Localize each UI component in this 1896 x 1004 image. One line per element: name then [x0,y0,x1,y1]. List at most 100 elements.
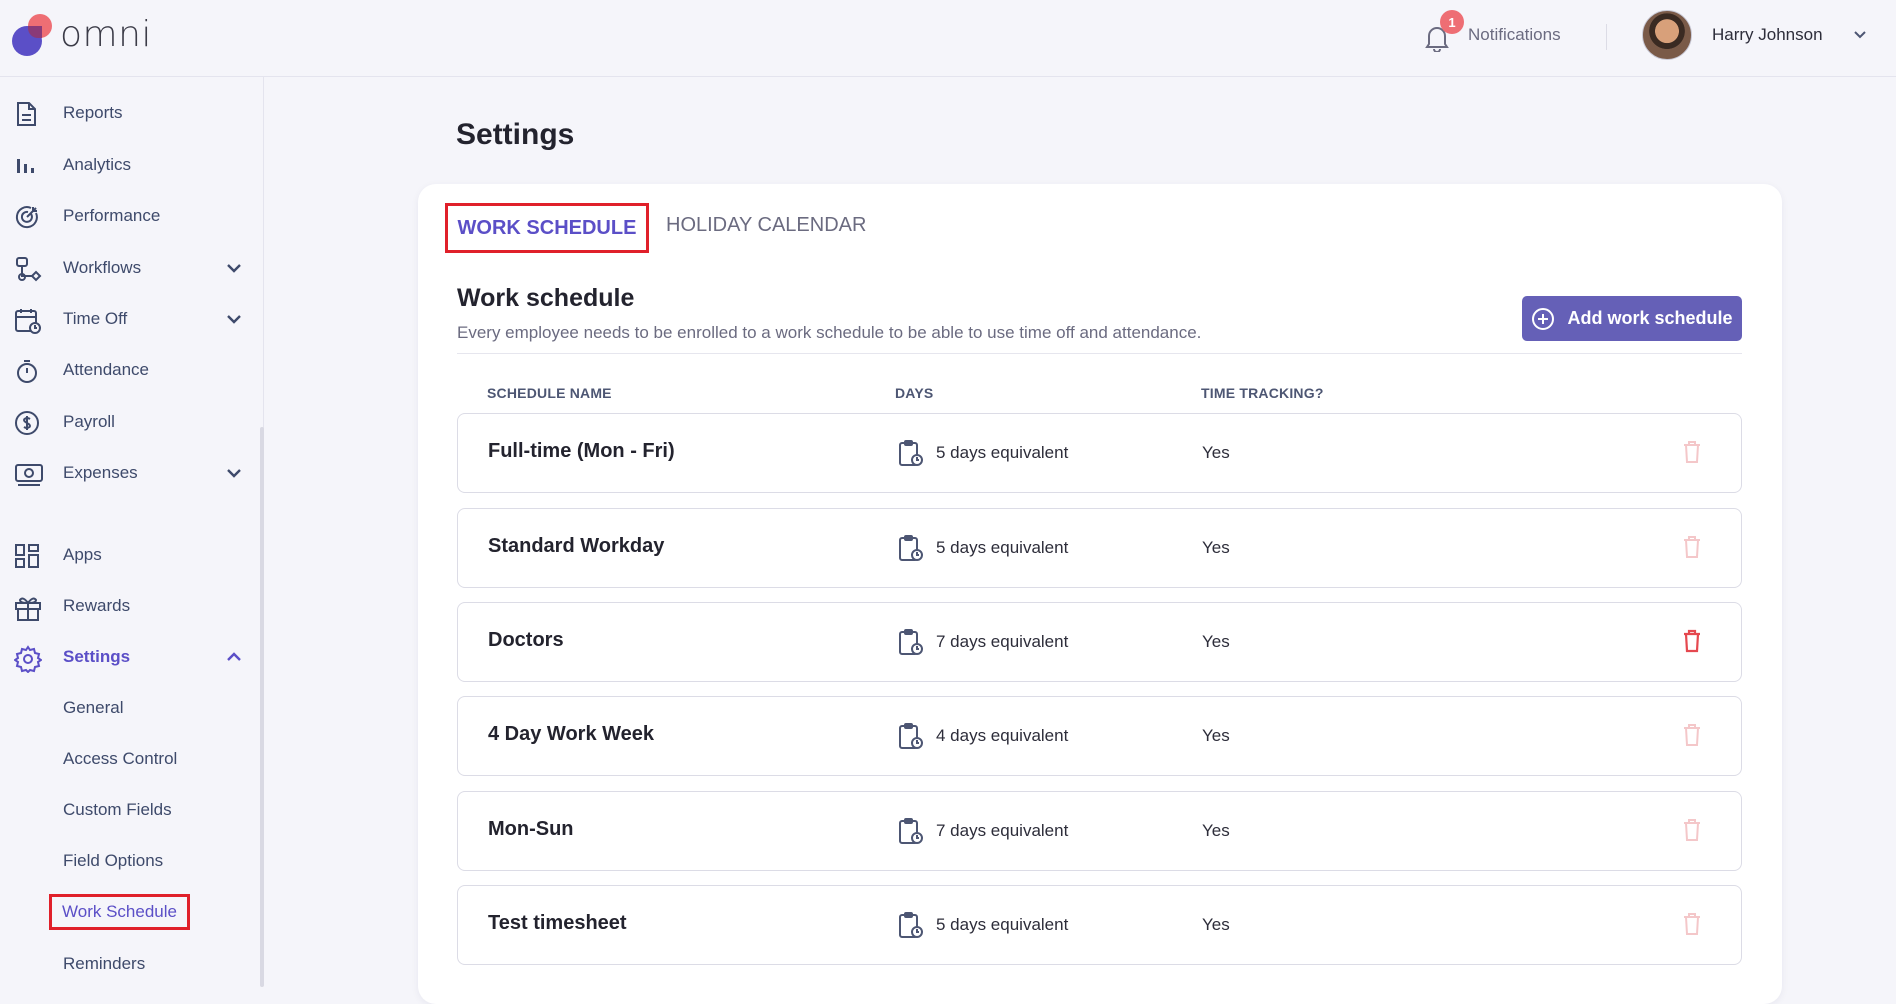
clipboard-clock-icon [898,817,924,850]
dollar-icon [14,410,40,436]
stopwatch-icon [14,358,40,384]
schedule-days: 7 days equivalent [936,821,1069,840]
calendar-clock-icon [14,307,41,334]
schedule-name: Full-time (Mon - Fri) [488,440,675,462]
schedule-time-tracking: Yes [1202,443,1230,462]
tab-holiday-calendar[interactable]: HOLIDAY CALENDAR [666,214,866,237]
workflow-icon [14,256,42,282]
divider [457,353,1742,354]
schedule-name: Mon-Sun [488,818,574,840]
chevron-down-icon[interactable] [1845,20,1875,50]
sidebar-item-label: Analytics [63,155,132,174]
schedule-name: Standard Workday [488,535,665,557]
schedule-name: 4 Day Work Week [488,723,655,745]
gift-icon [14,594,41,621]
cash-icon [14,461,43,487]
clipboard-clock-icon [898,628,924,661]
sidebar-subitem-field-options[interactable]: Field Options [63,851,163,871]
schedule-name: Test timesheet [488,912,627,934]
clipboard-clock-icon [898,911,924,944]
sidebar-item-payroll[interactable]: Payroll [0,400,258,444]
bell-icon: 1 [1420,10,1464,52]
trash-icon[interactable] [1682,818,1702,847]
chevron-down-icon[interactable] [226,260,242,278]
notification-count-badge: 1 [1440,10,1464,34]
schedule-days: 5 days equivalent [936,538,1069,557]
plus-circle-icon [1532,307,1555,330]
user-menu[interactable]: Harry Johnson [1642,10,1875,60]
trash-icon[interactable] [1682,912,1702,941]
table-row[interactable]: Standard Workday 5 days equivalent Yes [457,508,1742,588]
add-work-schedule-label: Add work schedule [1567,308,1733,328]
schedule-time-tracking: Yes [1202,821,1230,840]
chevron-down-icon[interactable] [226,311,242,329]
column-header-days: DAYS [895,385,934,401]
sidebar-item-label: Workflows [63,258,142,277]
table-row[interactable]: 4 Day Work Week 4 days equivalent Yes [457,696,1742,776]
sidebar-item-label: Reports [63,103,123,122]
sidebar-item-workflows[interactable]: Workflows [0,246,258,290]
table-row[interactable]: Mon-Sun 7 days equivalent Yes [457,791,1742,871]
schedule-time-tracking: Yes [1202,632,1230,651]
gear-icon [13,645,43,674]
header-divider [1606,24,1607,50]
table-row[interactable]: Test timesheet 5 days equivalent Yes [457,885,1742,965]
sidebar-item-label: Rewards [63,596,131,615]
schedule-days: 7 days equivalent [936,632,1069,651]
sidebar-item-attendance[interactable]: Attendance [0,348,258,392]
bar-chart-icon [14,153,40,179]
top-bar: omni 1 Notifications Harry Johnson [0,0,1896,77]
chevron-up-icon[interactable] [226,649,242,667]
sidebar-item-label: Performance [63,206,161,225]
sidebar-item-analytics[interactable]: Analytics [0,143,258,187]
clipboard-clock-icon [898,722,924,755]
omni-logo[interactable]: omni [12,12,152,58]
sidebar-subitem-work-schedule[interactable]: Work Schedule [49,894,190,930]
table-row[interactable]: Doctors 7 days equivalent Yes [457,602,1742,682]
section-title: Work schedule [457,284,635,312]
grid-icon [14,543,40,569]
sidebar-subitem-reminders[interactable]: Reminders [63,954,145,974]
sidebar-item-time-off[interactable]: Time Off [0,297,258,341]
schedule-time-tracking: Yes [1202,538,1230,557]
notifications-button[interactable]: 1 Notifications [1420,10,1561,52]
sidebar-item-performance[interactable]: Performance [0,194,258,238]
sidebar-item-reports[interactable]: Reports [0,91,258,135]
add-work-schedule-button[interactable]: Add work schedule [1522,296,1742,341]
logo-mark [12,12,58,58]
avatar [1642,10,1692,60]
page-title: Settings [456,118,575,151]
tab-work-schedule[interactable]: WORK SCHEDULE [445,203,649,253]
user-name: Harry Johnson [1712,25,1823,44]
sidebar-item-label: Settings [63,647,131,666]
logo-text: omni [60,14,152,55]
document-icon [14,101,40,127]
sidebar-item-expenses[interactable]: Expenses [0,451,258,495]
sidebar-subitem-access-control[interactable]: Access Control [63,749,177,769]
sidebar-subitem-custom-fields[interactable]: Custom Fields [63,800,172,820]
column-header-schedule-name: SCHEDULE NAME [487,385,612,401]
column-header-time-tracking: TIME TRACKING? [1201,385,1324,401]
sidebar-item-label: Time Off [63,309,128,328]
target-icon [14,204,40,230]
trash-icon[interactable] [1682,629,1702,658]
section-description: Every employee needs to be enrolled to a… [457,323,1202,342]
sidebar-scrollbar[interactable] [260,427,264,987]
clipboard-clock-icon [898,439,924,472]
sidebar-item-label: Attendance [63,360,150,379]
chevron-down-icon[interactable] [226,465,242,483]
schedule-days: 4 days equivalent [936,726,1069,745]
sidebar-item-rewards[interactable]: Rewards [0,584,258,628]
sidebar-item-settings[interactable]: Settings [0,635,258,679]
sidebar-item-label: Payroll [63,412,115,431]
sidebar-item-apps[interactable]: Apps [0,533,258,577]
trash-icon[interactable] [1682,535,1702,564]
trash-icon[interactable] [1682,440,1702,469]
schedule-days: 5 days equivalent [936,915,1069,934]
table-row[interactable]: Full-time (Mon - Fri) 5 days equivalent … [457,413,1742,493]
sidebar-item-label: Expenses [63,463,138,482]
schedule-name: Doctors [488,629,564,651]
trash-icon[interactable] [1682,723,1702,752]
notifications-label: Notifications [1468,25,1561,44]
sidebar-subitem-general[interactable]: General [63,698,123,718]
